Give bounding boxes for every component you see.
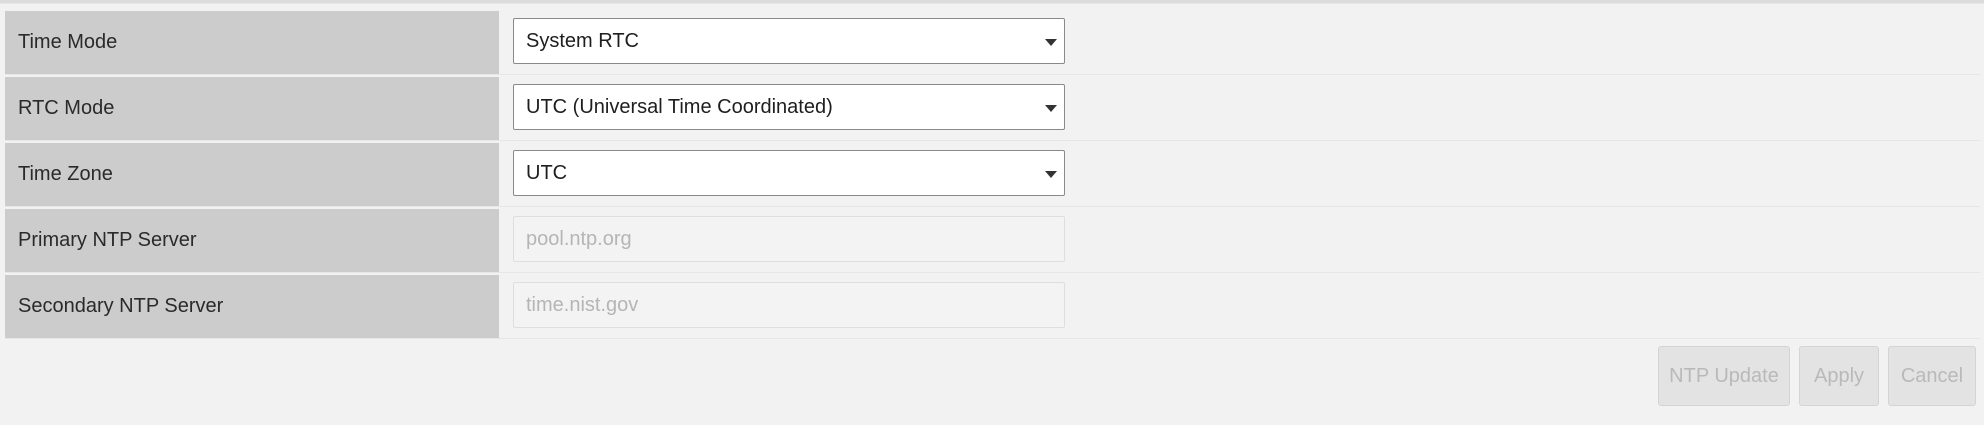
primary-ntp-input[interactable]: pool.ntp.org (513, 216, 1065, 262)
top-divider (0, 0, 1984, 4)
time-mode-value: System RTC (526, 29, 639, 52)
rtc-mode-label: RTC Mode (5, 77, 499, 140)
secondary-ntp-input[interactable]: time.nist.gov (513, 282, 1065, 328)
time-zone-label: Time Zone (5, 143, 499, 206)
cancel-button[interactable]: Cancel (1888, 346, 1976, 406)
chevron-down-icon (1045, 171, 1057, 178)
ntp-update-button[interactable]: NTP Update (1658, 346, 1790, 406)
time-mode-label: Time Mode (5, 11, 499, 74)
primary-ntp-label: Primary NTP Server (5, 209, 499, 272)
time-zone-value: UTC (526, 161, 568, 184)
rtc-mode-select[interactable]: UTC (Universal Time Coordinated) (513, 84, 1065, 130)
rtc-mode-value: UTC (Universal Time Coordinated) (526, 95, 833, 118)
chevron-down-icon (1045, 39, 1057, 46)
time-settings-form: Time Mode System RTC RTC Mode UTC (Unive… (5, 11, 1980, 341)
time-mode-row: Time Mode System RTC (5, 11, 1980, 75)
time-zone-select[interactable]: UTC (513, 150, 1065, 196)
secondary-ntp-value: time.nist.gov (526, 293, 639, 316)
rtc-mode-row: RTC Mode UTC (Universal Time Coordinated… (5, 77, 1980, 141)
apply-button[interactable]: Apply (1799, 346, 1879, 406)
primary-ntp-value: pool.ntp.org (526, 227, 632, 250)
time-zone-row: Time Zone UTC (5, 143, 1980, 207)
secondary-ntp-label: Secondary NTP Server (5, 275, 499, 338)
primary-ntp-row: Primary NTP Server pool.ntp.org (5, 209, 1980, 273)
secondary-ntp-row: Secondary NTP Server time.nist.gov (5, 275, 1980, 339)
action-buttons: NTP Update Apply Cancel (1658, 346, 1976, 406)
chevron-down-icon (1045, 105, 1057, 112)
time-mode-select[interactable]: System RTC (513, 18, 1065, 64)
